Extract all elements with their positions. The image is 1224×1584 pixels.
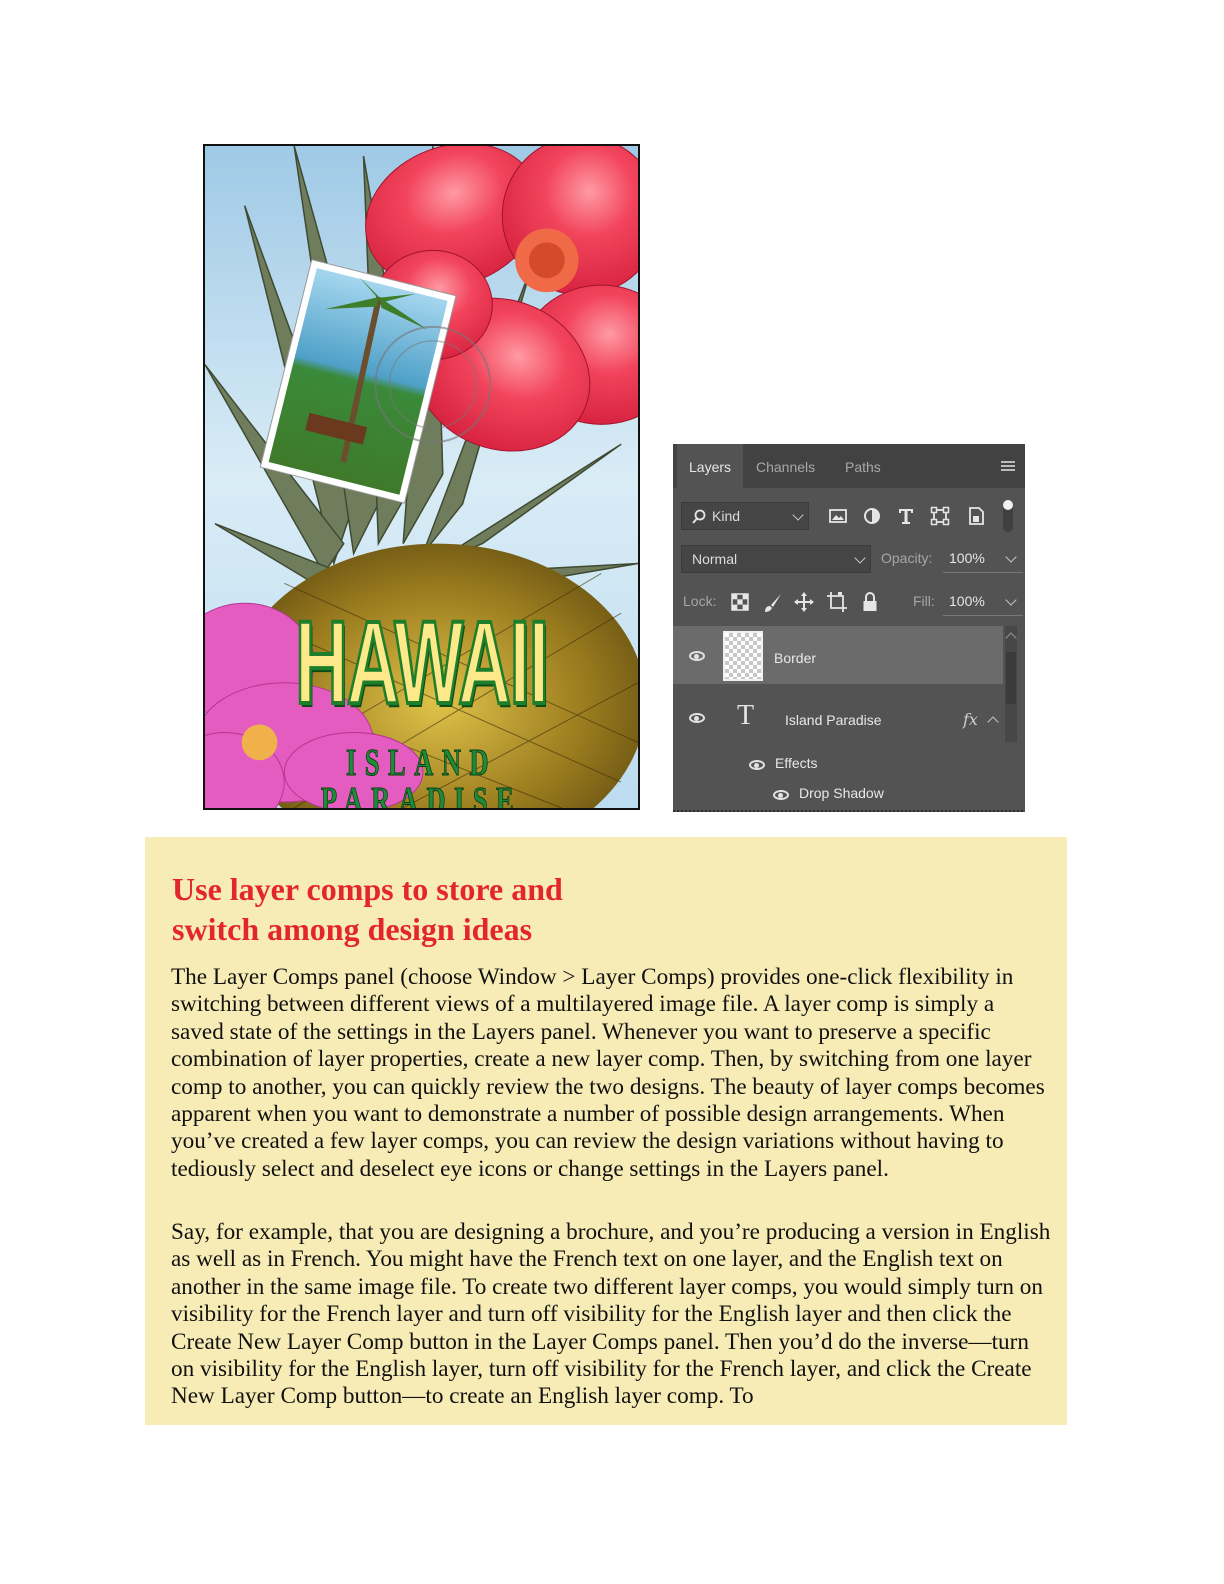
opacity-label: Opacity:	[881, 550, 933, 566]
eye-icon[interactable]	[773, 790, 789, 800]
layer-name: Border	[774, 650, 817, 666]
chevron-down-icon	[1005, 551, 1017, 563]
poster-subtitle: ISLAND PARADISE	[320, 742, 523, 810]
eye-icon[interactable]	[689, 651, 705, 661]
type-layer-icon: T	[737, 700, 755, 731]
blend-row: Normal Opacity: 100%	[681, 545, 1023, 573]
opacity-value: 100%	[949, 550, 985, 566]
blend-mode-value: Normal	[692, 551, 738, 567]
tab-paths[interactable]: Paths	[845, 444, 881, 488]
search-icon	[692, 509, 706, 524]
chevron-down-icon	[854, 552, 866, 564]
lock-label: Lock:	[683, 593, 717, 609]
effects-label: Effects	[775, 755, 818, 771]
scroll-up-icon[interactable]	[1005, 632, 1017, 644]
poster-title: HAWAII	[294, 597, 550, 729]
body-paragraph: The Layer Comps panel (choose Window > L…	[171, 964, 1045, 1182]
lock-artboard-icon[interactable]	[826, 591, 848, 613]
chevron-up-icon[interactable]	[987, 716, 999, 728]
layer-row-border[interactable]: Border	[673, 626, 1003, 684]
opacity-field[interactable]: 100%	[943, 545, 1023, 573]
chevron-down-icon	[1005, 594, 1017, 606]
type-filter-icon[interactable]	[895, 505, 917, 527]
scroll-thumb[interactable]	[1006, 652, 1016, 704]
shape-filter-icon[interactable]	[929, 505, 951, 527]
lock-all-icon[interactable]	[861, 591, 879, 613]
panel-bottom-edge	[673, 810, 1025, 812]
body-paragraph: Say, for example, that you are designing…	[171, 1219, 1051, 1410]
image-filter-icon[interactable]	[827, 505, 849, 527]
layer-row-island-paradise[interactable]: T Island Paradise fx	[673, 688, 1003, 748]
filter-kind-select[interactable]: Kind	[681, 502, 809, 530]
tab-layers[interactable]: Layers	[677, 444, 744, 488]
layer-name: Island Paradise	[785, 712, 882, 728]
layer-thumbnail	[723, 631, 763, 681]
drop-shadow-row[interactable]: Drop Shadow	[673, 778, 1003, 808]
adjustment-filter-icon[interactable]	[861, 505, 883, 527]
lock-image-icon[interactable]	[762, 592, 784, 614]
filter-kind-label: Kind	[712, 508, 741, 524]
lock-position-icon[interactable]	[793, 591, 815, 613]
lock-transparent-icon[interactable]	[730, 592, 750, 612]
hawaii-poster-image: HAWAII ISLAND PARADISE	[203, 144, 640, 810]
effect-item-label: Drop Shadow	[799, 785, 884, 801]
layers-panel: Layers Channels Paths Kind Normal Opacit…	[673, 444, 1025, 812]
sidebar-heading: Use layer comps to store and switch amon…	[172, 871, 563, 947]
chevron-down-icon	[792, 509, 804, 521]
lock-row: Lock: Fill: 100%	[681, 588, 1023, 616]
layers-scrollbar[interactable]	[1005, 626, 1017, 742]
fill-label: Fill:	[913, 593, 935, 609]
layers-list: Border T Island Paradise fx Effects Drop…	[673, 626, 1025, 812]
layer-filter-row: Kind	[681, 500, 1017, 532]
tab-channels[interactable]: Channels	[756, 444, 815, 488]
effects-row[interactable]: Effects	[673, 748, 1003, 778]
fill-field[interactable]: 100%	[943, 588, 1023, 616]
filter-toggle-icon[interactable]	[1003, 500, 1013, 532]
panel-menu-icon[interactable]	[1001, 461, 1015, 471]
panel-tab-bar: Layers Channels Paths	[673, 444, 1025, 488]
eye-icon[interactable]	[689, 713, 705, 723]
eye-icon[interactable]	[749, 760, 765, 770]
blend-mode-select[interactable]: Normal	[681, 545, 871, 573]
fill-value: 100%	[949, 593, 985, 609]
fx-icon[interactable]: fx	[963, 710, 978, 729]
smart-object-filter-icon[interactable]	[965, 505, 987, 527]
sidebar-box: Use layer comps to store and switch amon…	[145, 837, 1067, 1425]
